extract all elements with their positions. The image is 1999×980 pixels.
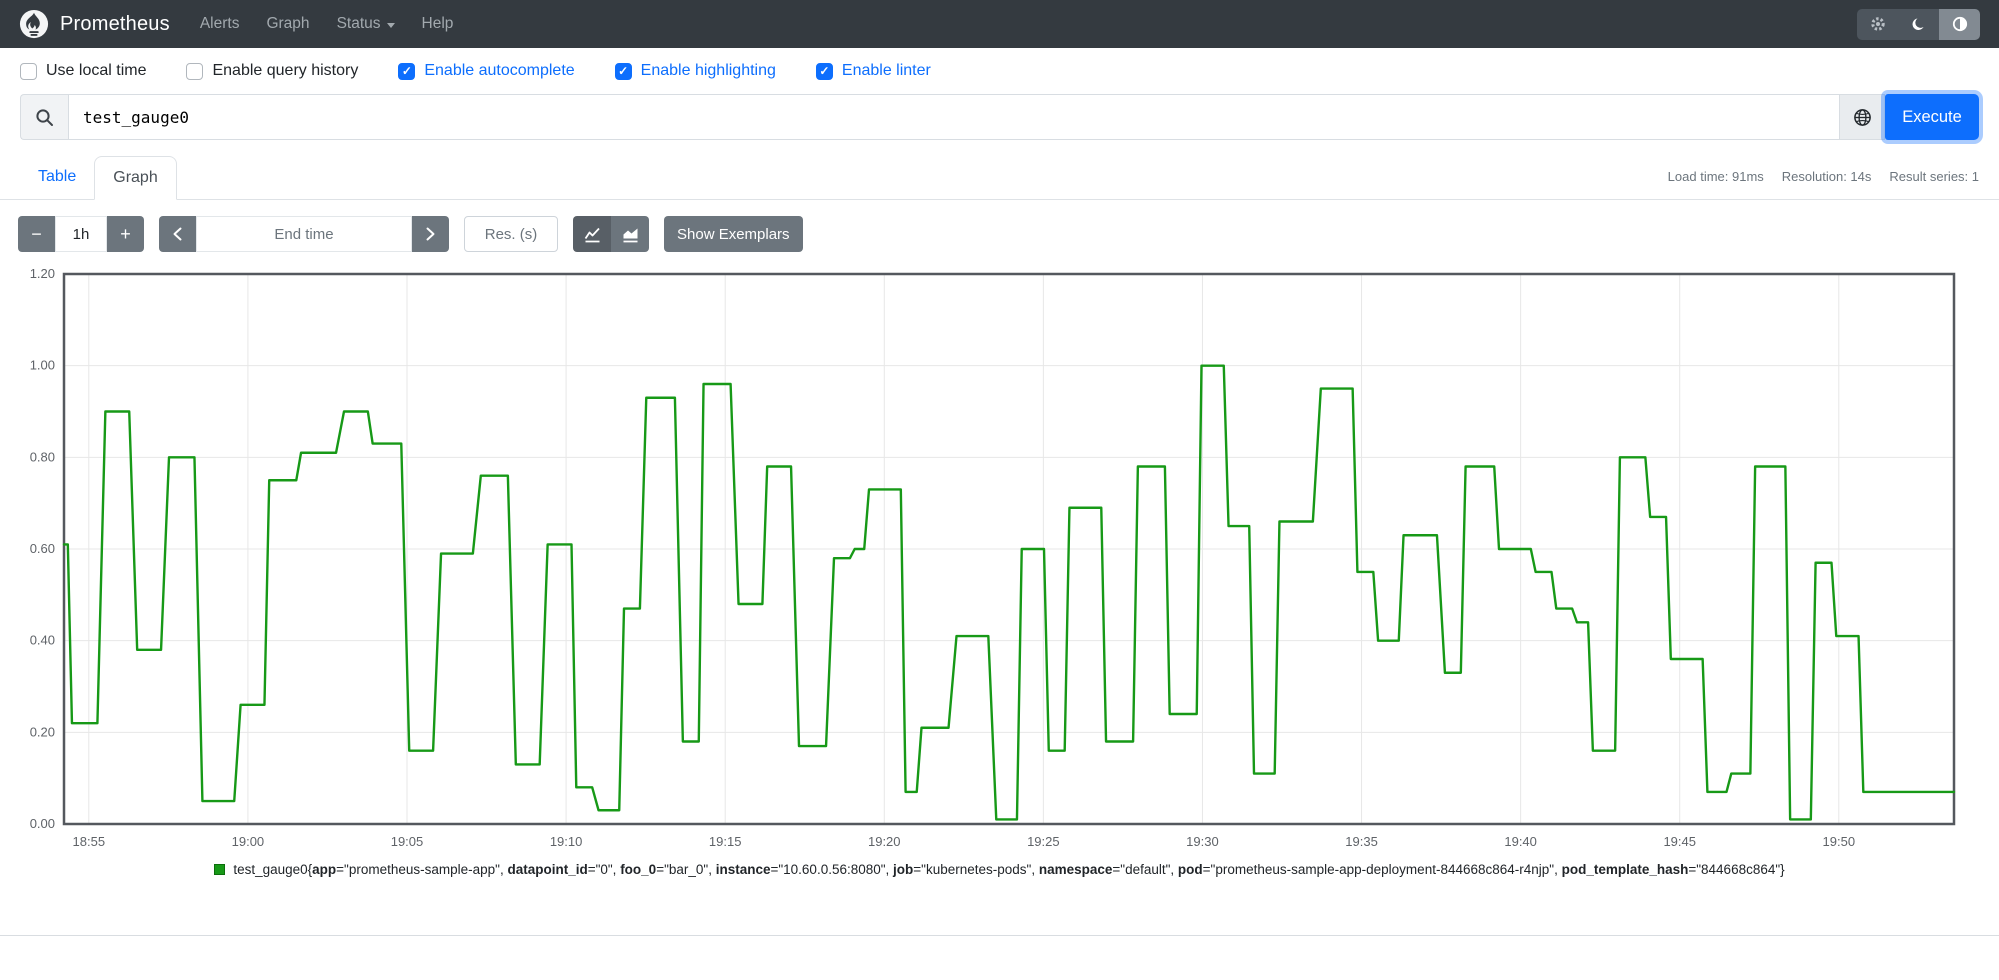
- resolution-input[interactable]: [464, 216, 558, 252]
- option-enable-query-history[interactable]: Enable query history: [186, 62, 358, 80]
- end-time-forward-button[interactable]: [412, 216, 449, 252]
- range-decrease-button[interactable]: −: [18, 216, 55, 252]
- stacked-chart-icon: [623, 228, 637, 242]
- dark-theme-button[interactable]: [1898, 8, 1939, 40]
- y-axis-tick-label: 0.20: [30, 724, 55, 739]
- x-axis-tick-label: 18:55: [73, 834, 106, 849]
- query-stats: Load time: 91ms Resolution: 14s Result ser…: [1668, 169, 1979, 199]
- nav-link-alerts[interactable]: Alerts: [200, 15, 240, 33]
- y-axis-tick-label: 1.20: [30, 266, 55, 281]
- tab-table[interactable]: Table: [20, 156, 94, 199]
- gear-icon: [1870, 17, 1885, 31]
- graph-controls: − +: [18, 216, 1981, 252]
- brand-title: Prometheus: [60, 12, 170, 35]
- option-label: Enable highlighting: [640, 62, 776, 79]
- query-bar: Execute: [20, 94, 1979, 140]
- query-options-row: Use local time Enable query history Enable…: [0, 48, 1999, 92]
- y-axis-tick-label: 0.60: [30, 541, 55, 556]
- end-time-group: [159, 216, 449, 252]
- x-axis-tick-label: 19:10: [550, 834, 583, 849]
- expression-input[interactable]: [68, 94, 1839, 140]
- series-line: [62, 364, 1956, 821]
- tab-graph[interactable]: Graph: [94, 156, 177, 200]
- nav-link-status[interactable]: Status: [337, 15, 395, 33]
- panel-divider: [0, 935, 1999, 936]
- caret-down-icon: [386, 22, 395, 28]
- y-axis-tick-label: 1.00: [30, 358, 55, 373]
- range-group: − +: [18, 216, 144, 252]
- tabs-row: Table Graph Load time: 91ms Resolution: 14…: [0, 156, 1999, 200]
- x-axis-tick-label: 19:15: [709, 834, 742, 849]
- x-axis-tick-label: 19:45: [1663, 834, 1696, 849]
- end-time-input[interactable]: [196, 216, 412, 252]
- prometheus-brand[interactable]: Prometheus: [19, 9, 170, 39]
- series-color-swatch: [214, 864, 226, 875]
- checkbox-enable-query-history[interactable]: [186, 62, 204, 80]
- half-circle-contrast-icon: [1952, 16, 1967, 32]
- checkbox-enable-highlighting[interactable]: [614, 62, 632, 80]
- show-exemplars-button[interactable]: Show Exemplars: [664, 216, 803, 252]
- option-label: Use local time: [46, 62, 147, 79]
- option-enable-linter[interactable]: Enable linter: [815, 62, 931, 80]
- x-axis-tick-label: 19:00: [232, 834, 265, 849]
- option-enable-autocomplete[interactable]: Enable autocomplete: [398, 62, 575, 80]
- x-axis-tick-label: 19:30: [1186, 834, 1219, 849]
- x-axis-tick-label: 19:35: [1345, 834, 1378, 849]
- y-axis-tick-label: 0.40: [30, 633, 55, 648]
- graph-panel: − +: [0, 200, 1999, 877]
- checkbox-enable-linter[interactable]: [815, 62, 833, 80]
- top-navbar: Prometheus Alerts Graph Status Help: [0, 0, 1999, 48]
- nav-link-help[interactable]: Help: [422, 15, 454, 33]
- range-input[interactable]: [55, 216, 107, 252]
- x-axis-tick-label: 19:05: [391, 834, 424, 849]
- option-enable-highlighting[interactable]: Enable highlighting: [614, 62, 776, 80]
- moon-icon: [1912, 18, 1924, 30]
- panel-tabs: Table Graph: [20, 156, 177, 200]
- search-icon: [20, 94, 68, 140]
- metrics-explorer-globe-button[interactable]: [1839, 94, 1885, 140]
- x-axis-tick-label: 19:50: [1823, 834, 1856, 849]
- line-chart-icon: [584, 227, 600, 242]
- stat-result-series: Result series: 1: [1889, 169, 1979, 184]
- option-label: Enable query history: [212, 62, 359, 79]
- x-axis-tick-label: 19:25: [1027, 834, 1060, 849]
- end-time-back-button[interactable]: [159, 216, 196, 252]
- settings-gear-button[interactable]: [1857, 8, 1898, 40]
- option-label: Enable linter: [841, 62, 931, 79]
- graph-canvas[interactable]: 0.00 0.20 0.40 0.60 0.80 1.00 1.20 18:55 19:00 19…: [18, 264, 1981, 856]
- chart-type-group: [573, 216, 649, 252]
- x-axis-tick-label: 19:40: [1504, 834, 1537, 849]
- y-axis-tick-label: 0.80: [30, 449, 55, 464]
- checkbox-use-local-time[interactable]: [20, 62, 37, 80]
- globe-icon: [1853, 108, 1871, 126]
- option-label: Enable autocomplete: [424, 62, 575, 79]
- stacked-chart-toggle-button[interactable]: [611, 216, 649, 252]
- series-label-text: test_gauge0{app="prometheus-sample-app",…: [233, 862, 1785, 877]
- stat-load-time: Load time: 91ms: [1667, 169, 1764, 184]
- nav-links: Alerts Graph Status Help: [200, 15, 454, 33]
- stat-resolution: Resolution: 14s: [1781, 169, 1872, 184]
- x-axis-tick-label: 19:20: [868, 834, 901, 849]
- chevron-left-icon: [173, 227, 182, 241]
- auto-theme-button[interactable]: [1939, 8, 1980, 40]
- option-use-local-time[interactable]: Use local time: [20, 62, 146, 80]
- nav-link-graph[interactable]: Graph: [266, 15, 309, 33]
- line-chart-toggle-button[interactable]: [573, 216, 611, 252]
- theme-toggle-group: [1857, 8, 1980, 40]
- range-increase-button[interactable]: +: [107, 216, 144, 252]
- prometheus-torch-icon: [19, 9, 49, 39]
- chevron-right-icon: [426, 227, 435, 241]
- checkbox-enable-autocomplete[interactable]: [398, 62, 416, 80]
- execute-button[interactable]: Execute: [1885, 94, 1979, 140]
- series-legend[interactable]: test_gauge0{app="prometheus-sample-app",…: [18, 862, 1981, 877]
- y-axis-tick-label: 0.00: [30, 816, 55, 831]
